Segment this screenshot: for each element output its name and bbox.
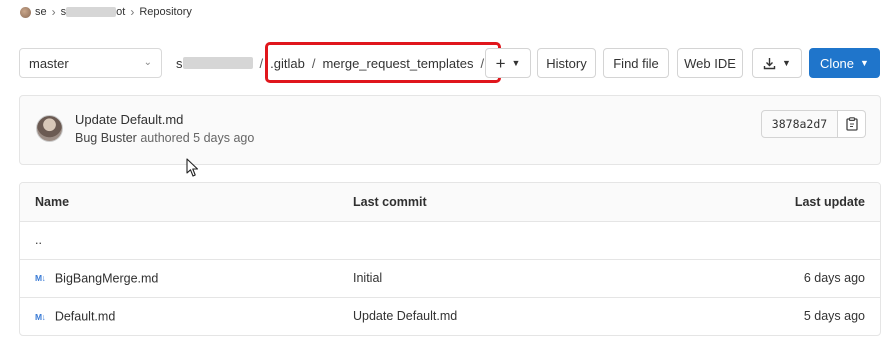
download-icon <box>763 57 776 69</box>
file-table: Name Last commit Last update .. M↓ BigBa… <box>19 182 881 336</box>
breadcrumb-current[interactable]: Repository <box>139 6 192 18</box>
redacted-text <box>66 7 117 17</box>
file-name-link[interactable]: Default.md <box>55 310 115 324</box>
table-header-row: Name Last commit Last update <box>20 183 880 222</box>
column-header-name: Name <box>20 183 338 222</box>
branch-select[interactable]: master ⌄ <box>19 48 162 78</box>
commit-meta: Bug Buster authored 5 days ago <box>75 131 254 145</box>
commit-title[interactable]: Update Default.md <box>75 112 183 127</box>
repository-toolbar: master ⌄ s / .gitlab / merge_request_tem… <box>19 42 881 83</box>
redacted-text <box>182 57 253 69</box>
commit-sha[interactable]: 3878a2d7 <box>761 110 838 138</box>
chevron-down-icon: ⌄ <box>143 57 152 68</box>
breadcrumb: se › s ot › Repository <box>20 4 192 20</box>
clone-label: Clone <box>820 55 855 71</box>
find-file-button[interactable]: Find file <box>603 48 669 78</box>
breadcrumb-project-suffix: ot <box>116 6 126 18</box>
web-ide-button[interactable]: Web IDE <box>677 48 743 78</box>
chevron-down-icon: ▼ <box>860 58 869 68</box>
file-name-link[interactable]: BigBangMerge.md <box>55 271 159 285</box>
chevron-down-icon: ▼ <box>782 58 791 68</box>
parent-directory-link[interactable]: .. <box>20 221 338 260</box>
branch-name: master <box>29 55 69 71</box>
chevron-down-icon: ▼ <box>511 58 521 68</box>
group-avatar <box>20 6 31 18</box>
column-header-last-update: Last update <box>698 183 880 222</box>
path-root-prefix: s <box>176 55 183 71</box>
breadcrumb-group[interactable]: se <box>35 6 47 18</box>
commit-author[interactable]: Bug Buster <box>75 131 137 145</box>
mouse-cursor-icon <box>186 158 199 177</box>
highlight-box <box>265 42 501 83</box>
path-separator: / <box>259 55 264 71</box>
column-header-last-commit: Last commit <box>338 183 698 222</box>
clipboard-icon <box>845 117 858 131</box>
table-row[interactable]: M↓ Default.md Update Default.md 5 days a… <box>20 297 880 335</box>
path-root[interactable]: s <box>176 56 253 71</box>
file-updated-time: 6 days ago <box>698 259 880 298</box>
plus-icon: + <box>495 53 506 73</box>
table-row-parent[interactable]: .. <box>20 221 880 260</box>
breadcrumb-separator-icon: › <box>130 5 135 19</box>
copy-sha-button[interactable] <box>838 110 866 138</box>
file-commit-message[interactable]: Initial <box>338 259 698 298</box>
commit-sha-group: 3878a2d7 <box>761 110 866 138</box>
markdown-icon: M↓ <box>35 311 46 322</box>
avatar[interactable] <box>36 115 63 142</box>
last-commit-panel: Update Default.md Bug Buster authored 5 … <box>19 95 881 165</box>
history-button[interactable]: History <box>537 48 596 78</box>
markdown-icon: M↓ <box>35 273 46 284</box>
add-file-dropdown[interactable]: + ▼ <box>485 48 531 78</box>
commit-time: authored 5 days ago <box>140 131 255 145</box>
file-commit-message[interactable]: Update Default.md <box>338 297 698 335</box>
clone-button[interactable]: Clone ▼ <box>809 48 880 78</box>
file-updated-time: 5 days ago <box>803 309 865 324</box>
breadcrumb-separator-icon: › <box>51 5 56 19</box>
table-row[interactable]: M↓ BigBangMerge.md Initial 6 days ago <box>20 259 880 298</box>
download-dropdown[interactable]: ▼ <box>752 48 802 78</box>
breadcrumb-project[interactable]: s ot <box>61 6 126 18</box>
